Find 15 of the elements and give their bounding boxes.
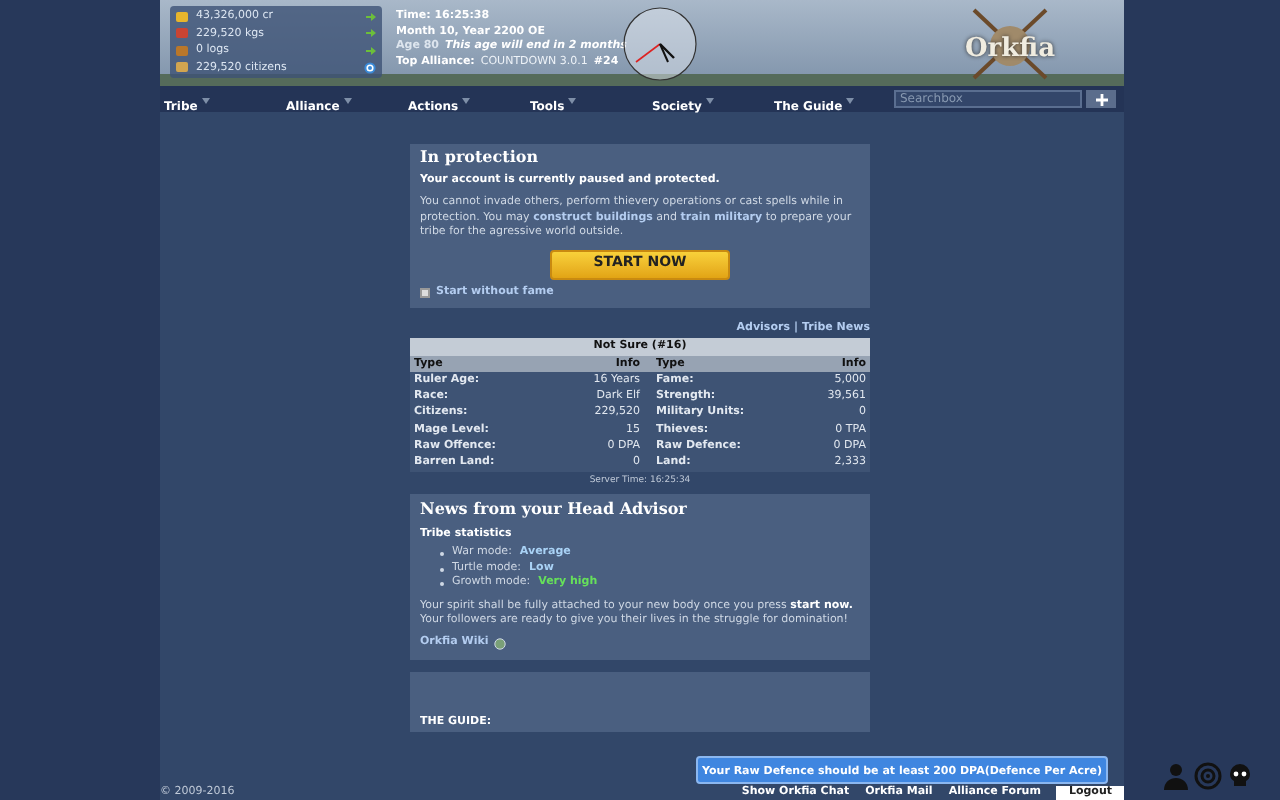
search-button[interactable] bbox=[1086, 90, 1116, 108]
checkbox[interactable] bbox=[420, 287, 430, 298]
refresh-icon[interactable] bbox=[364, 61, 376, 74]
panel-title: News from your Head Advisor bbox=[420, 502, 689, 518]
caret-icon bbox=[462, 97, 471, 104]
panel-title: In protection bbox=[420, 150, 541, 165]
caret-icon bbox=[343, 97, 352, 104]
skull-icon[interactable] bbox=[1226, 762, 1254, 790]
caret-icon bbox=[201, 97, 210, 104]
plus-icon bbox=[1095, 93, 1107, 105]
caret-icon bbox=[846, 97, 855, 104]
caret-icon bbox=[705, 97, 714, 104]
person-icon[interactable] bbox=[1162, 762, 1190, 790]
caret-icon bbox=[568, 97, 577, 104]
globe-icon bbox=[494, 637, 507, 650]
